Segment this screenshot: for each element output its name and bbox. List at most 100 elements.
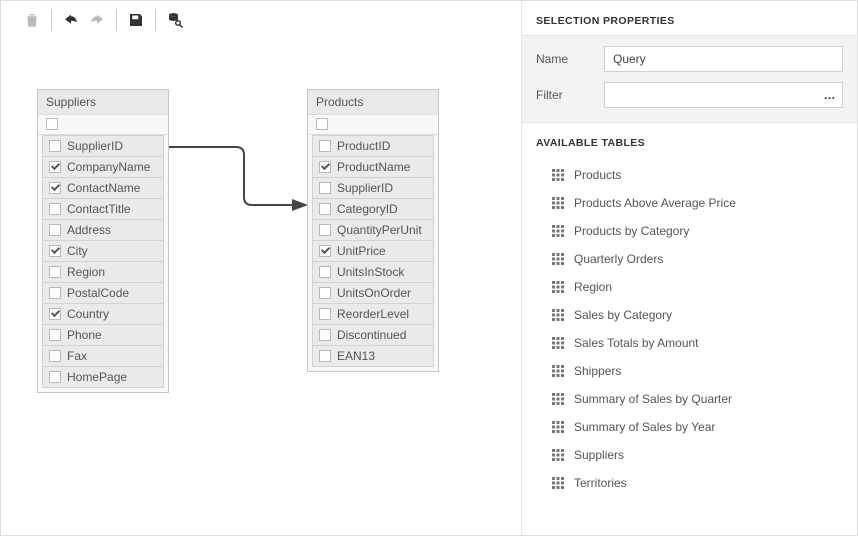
available-table-item[interactable]: Products Above Average Price (522, 189, 857, 217)
field-row[interactable]: City (42, 240, 164, 261)
field-label: UnitPrice (337, 244, 386, 258)
field-row[interactable]: Discontinued (312, 324, 434, 345)
checkbox-icon[interactable] (49, 140, 61, 152)
checkbox-icon[interactable] (49, 245, 61, 257)
checkbox-icon[interactable] (319, 308, 331, 320)
checkbox-icon[interactable] (49, 308, 61, 320)
checkbox-icon[interactable] (319, 140, 331, 152)
entity-title[interactable]: Suppliers (38, 90, 168, 115)
entity-title[interactable]: Products (308, 90, 438, 115)
field-row[interactable]: PostalCode (42, 282, 164, 303)
filter-ellipsis-button[interactable]: … (817, 82, 843, 108)
available-table-item[interactable]: Shippers (522, 357, 857, 385)
available-table-item[interactable]: Suppliers (522, 441, 857, 469)
checkbox-icon[interactable] (319, 287, 331, 299)
field-row[interactable]: UnitPrice (312, 240, 434, 261)
checkbox-icon[interactable] (316, 118, 328, 130)
field-label: ContactName (67, 181, 140, 195)
checkbox-icon[interactable] (49, 266, 61, 278)
field-label: ReorderLevel (337, 307, 409, 321)
undo-icon (62, 11, 80, 29)
field-label: CategoryID (337, 202, 398, 216)
field-row[interactable]: Address (42, 219, 164, 240)
field-row[interactable]: ContactTitle (42, 198, 164, 219)
entity-suppliers[interactable]: Suppliers SupplierID CompanyName ContactNa… (37, 89, 169, 393)
checkbox-icon[interactable] (319, 161, 331, 173)
field-row[interactable]: ReorderLevel (312, 303, 434, 324)
field-label: SupplierID (337, 181, 393, 195)
field-row[interactable]: Country (42, 303, 164, 324)
field-row[interactable]: SupplierID (312, 177, 434, 198)
checkbox-icon[interactable] (319, 350, 331, 362)
checkbox-icon[interactable] (49, 329, 61, 341)
available-table-item[interactable]: Products by Category (522, 217, 857, 245)
checkbox-icon[interactable] (46, 118, 58, 130)
checkbox-icon[interactable] (319, 329, 331, 341)
available-table-item[interactable]: Summary of Sales by Year (522, 413, 857, 441)
field-row[interactable]: UnitsInStock (312, 261, 434, 282)
field-row[interactable]: CompanyName (42, 156, 164, 177)
field-row[interactable]: SupplierID (42, 135, 164, 156)
field-row[interactable]: QuantityPerUnit (312, 219, 434, 240)
save-button[interactable] (123, 7, 149, 33)
entity-select-all[interactable] (308, 115, 438, 135)
available-table-label: Suppliers (574, 448, 624, 462)
table-grid-icon (552, 169, 564, 181)
available-table-item[interactable]: Territories (522, 469, 857, 497)
checkbox-icon[interactable] (49, 161, 61, 173)
redo-button[interactable] (84, 7, 110, 33)
field-row[interactable]: HomePage (42, 366, 164, 388)
available-table-item[interactable]: Region (522, 273, 857, 301)
entity-select-all[interactable] (38, 115, 168, 135)
tables-title: AVAILABLE TABLES (522, 123, 857, 157)
available-table-item[interactable]: Products (522, 161, 857, 189)
query-canvas[interactable]: Suppliers SupplierID CompanyName ContactNa… (1, 41, 521, 536)
table-grid-icon (552, 365, 564, 377)
prop-filter-label: Filter (536, 88, 604, 102)
field-label: Address (67, 223, 111, 237)
field-row[interactable]: ContactName (42, 177, 164, 198)
save-icon (127, 11, 145, 29)
field-row[interactable]: EAN13 (312, 345, 434, 367)
table-grid-icon (552, 281, 564, 293)
field-label: Region (67, 265, 105, 279)
field-label: SupplierID (67, 139, 123, 153)
checkbox-icon[interactable] (49, 224, 61, 236)
checkbox-icon[interactable] (49, 203, 61, 215)
field-label: HomePage (67, 370, 127, 384)
field-label: Fax (67, 349, 87, 363)
available-table-item[interactable]: Quarterly Orders (522, 245, 857, 273)
field-row[interactable]: ProductID (312, 135, 434, 156)
checkbox-icon[interactable] (319, 203, 331, 215)
table-grid-icon (552, 477, 564, 489)
checkbox-icon[interactable] (49, 182, 61, 194)
table-grid-icon (552, 197, 564, 209)
checkbox-icon[interactable] (319, 245, 331, 257)
checkbox-icon[interactable] (49, 287, 61, 299)
checkbox-icon[interactable] (49, 350, 61, 362)
available-table-item[interactable]: Sales by Category (522, 301, 857, 329)
undo-button[interactable] (58, 7, 84, 33)
field-label: QuantityPerUnit (337, 223, 422, 237)
field-row[interactable]: Phone (42, 324, 164, 345)
checkbox-icon[interactable] (319, 224, 331, 236)
filter-input[interactable] (604, 82, 843, 108)
field-row[interactable]: CategoryID (312, 198, 434, 219)
name-input[interactable] (604, 46, 843, 72)
table-grid-icon (552, 421, 564, 433)
field-row[interactable]: UnitsOnOrder (312, 282, 434, 303)
checkbox-icon[interactable] (319, 266, 331, 278)
available-table-item[interactable]: Summary of Sales by Quarter (522, 385, 857, 413)
delete-button[interactable] (19, 7, 45, 33)
checkbox-icon[interactable] (49, 371, 61, 383)
table-grid-icon (552, 225, 564, 237)
entity-products[interactable]: Products ProductIDProductName SupplierID C… (307, 89, 439, 372)
table-grid-icon (552, 393, 564, 405)
field-row[interactable]: Fax (42, 345, 164, 366)
available-table-item[interactable]: Sales Totals by Amount (522, 329, 857, 357)
checkbox-icon[interactable] (319, 182, 331, 194)
field-row[interactable]: ProductName (312, 156, 434, 177)
preview-button[interactable] (162, 7, 188, 33)
field-row[interactable]: Region (42, 261, 164, 282)
toolbar-separator (51, 9, 52, 31)
